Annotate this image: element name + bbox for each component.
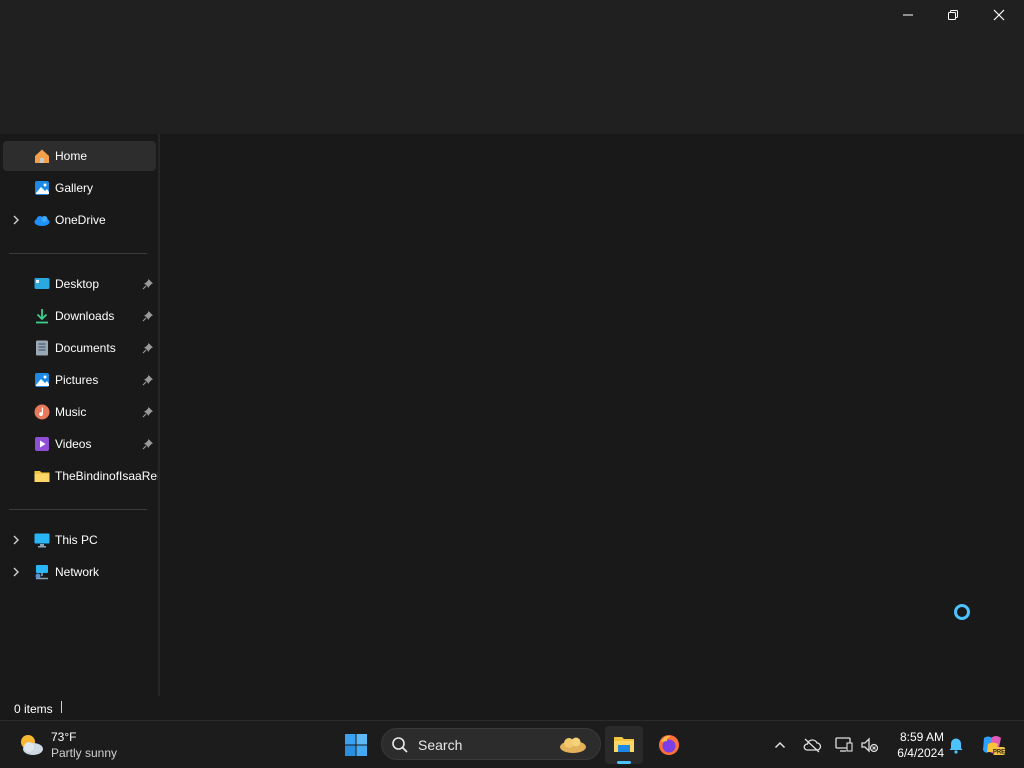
close-icon	[993, 9, 1005, 21]
onedrive-tray-button[interactable]	[800, 733, 824, 757]
item-count: 0 items	[14, 702, 53, 716]
nav-label-documents: Documents	[55, 341, 116, 355]
nav-label-onedrive: OneDrive	[55, 213, 106, 227]
nav-label-home: Home	[55, 149, 88, 163]
search-highlight-icon	[558, 733, 588, 758]
nav-item-music[interactable]: Music	[3, 397, 156, 427]
nav-item-onedrive[interactable]: OneDrive	[3, 205, 156, 235]
restore-button[interactable]	[930, 0, 976, 30]
weather-condition: Partly sunny	[51, 746, 118, 760]
downloads-icon	[33, 307, 51, 325]
volume-tray-button[interactable]	[858, 733, 882, 757]
system-clock[interactable]: 8:59 AM 6/4/2024	[888, 729, 944, 761]
nav-item-desktop[interactable]: Desktop	[3, 269, 156, 299]
nav-label-gallery: Gallery	[55, 181, 94, 195]
nav-label-network: Network	[55, 565, 100, 579]
chevron-right-icon[interactable]	[11, 534, 21, 546]
speaker-muted-icon	[860, 737, 880, 756]
pin-icon	[142, 406, 154, 418]
pin-icon	[142, 374, 154, 386]
file-explorer-icon	[612, 732, 636, 759]
svg-text:PRE: PRE	[993, 750, 1005, 756]
weather-temperature: 73°F	[51, 730, 77, 744]
chevron-right-icon[interactable]	[11, 214, 21, 226]
music-icon	[33, 403, 51, 421]
search-icon	[391, 736, 409, 757]
close-button[interactable]	[976, 0, 1022, 30]
nav-label-desktop: Desktop	[55, 277, 100, 291]
active-app-indicator	[617, 761, 631, 764]
pin-icon	[142, 438, 154, 450]
bell-icon	[948, 736, 964, 757]
clock-date: 6/4/2024	[897, 746, 944, 760]
chevron-right-icon[interactable]	[11, 566, 21, 578]
pin-icon	[142, 278, 154, 290]
gallery-icon	[33, 179, 51, 197]
this-pc-icon	[33, 531, 51, 549]
taskbar-search-box[interactable]: Search	[381, 728, 601, 760]
display-tray-button[interactable]	[832, 733, 856, 757]
desktop-icon	[33, 275, 51, 293]
restore-icon	[947, 9, 959, 21]
minimize-button[interactable]	[885, 0, 931, 30]
nav-divider	[9, 253, 147, 254]
show-hidden-icons-button[interactable]	[768, 733, 792, 757]
copilot-button[interactable]: PRE	[978, 733, 1008, 757]
pin-icon	[142, 342, 154, 354]
start-button[interactable]	[338, 727, 374, 763]
navigation-pane: Home Gallery OneDrive Desktop Downloads	[0, 134, 158, 696]
taskbar-firefox[interactable]	[650, 726, 688, 764]
file-list-area[interactable]	[160, 134, 1024, 696]
clock-time: 8:59 AM	[899, 730, 944, 744]
nav-item-network[interactable]: Network	[3, 557, 156, 587]
videos-icon	[33, 435, 51, 453]
partly-sunny-icon	[16, 731, 46, 762]
nav-label-isaac-folder: TheBindinofIsaaRel	[55, 469, 158, 483]
nav-divider	[9, 509, 147, 510]
home-icon	[33, 147, 51, 165]
weather-widget[interactable]: 73°F Partly sunny	[14, 727, 134, 763]
folder-icon	[33, 467, 51, 485]
taskbar: 73°F Partly sunny Search 8:59 AM 6/4/202…	[0, 720, 1024, 768]
title-bar	[0, 0, 1024, 134]
nav-item-gallery[interactable]: Gallery	[3, 173, 156, 203]
monitor-icon	[835, 737, 853, 756]
firefox-icon	[657, 733, 681, 760]
search-placeholder: Search	[418, 737, 463, 753]
onedrive-icon	[33, 211, 51, 229]
taskbar-file-explorer[interactable]	[605, 726, 643, 764]
status-divider	[61, 701, 62, 713]
nav-label-pictures: Pictures	[55, 373, 99, 387]
nav-label-music: Music	[55, 405, 87, 419]
cloud-off-icon	[802, 737, 822, 756]
minimize-icon	[902, 9, 914, 21]
status-bar: 0 items	[0, 696, 1024, 720]
loading-spinner-icon	[953, 603, 971, 621]
nav-item-downloads[interactable]: Downloads	[3, 301, 156, 331]
nav-label-downloads: Downloads	[55, 309, 115, 323]
chevron-up-icon	[774, 739, 786, 754]
nav-item-pictures[interactable]: Pictures	[3, 365, 156, 395]
nav-item-videos[interactable]: Videos	[3, 429, 156, 459]
nav-item-this-pc[interactable]: This PC	[3, 525, 156, 555]
nav-label-videos: Videos	[55, 437, 92, 451]
notifications-button[interactable]	[944, 733, 968, 757]
copilot-icon: PRE	[980, 734, 1006, 759]
pictures-icon	[33, 371, 51, 389]
nav-label-this-pc: This PC	[55, 533, 98, 547]
windows-logo-icon	[344, 733, 368, 760]
network-icon	[33, 563, 51, 581]
nav-item-home[interactable]: Home	[3, 141, 156, 171]
nav-item-isaac-folder[interactable]: TheBindinofIsaaRel	[3, 461, 158, 491]
nav-item-documents[interactable]: Documents	[3, 333, 156, 363]
pin-icon	[142, 310, 154, 322]
documents-icon	[33, 339, 51, 357]
